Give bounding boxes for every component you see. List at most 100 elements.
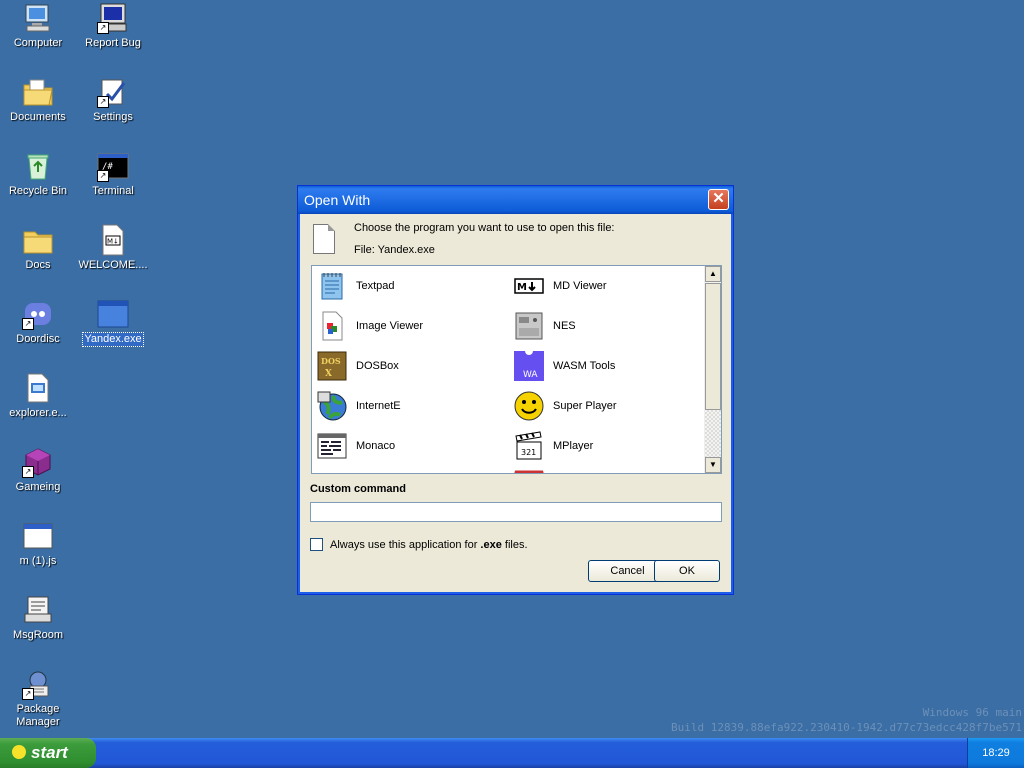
shortcut-arrow-icon: ↗ bbox=[22, 688, 34, 700]
desktop-icon-label: Terminal bbox=[92, 185, 134, 197]
scroll-down-button[interactable]: ▼ bbox=[705, 457, 721, 473]
computer-icon bbox=[22, 2, 54, 34]
shortcut-arrow-icon: ↗ bbox=[22, 318, 34, 330]
custom-command-label: Custom command bbox=[310, 483, 406, 495]
dialog-title: Open With bbox=[304, 192, 371, 208]
custom-command-input[interactable] bbox=[310, 502, 722, 522]
settings-icon: ↗ bbox=[97, 76, 129, 108]
wasm-icon: WA bbox=[513, 350, 545, 382]
desktop-icon-label: explorer.e... bbox=[9, 407, 67, 419]
dialog-prompt: Choose the program you want to use to op… bbox=[354, 222, 615, 234]
markdown-file-icon: M↓ bbox=[97, 224, 129, 256]
start-label: start bbox=[31, 743, 68, 762]
recycle-bin-icon bbox=[22, 150, 54, 182]
program-item-md-viewer[interactable]: M MD Viewer bbox=[513, 269, 607, 303]
globe-icon bbox=[316, 390, 348, 422]
desktop-icon-label: Documents bbox=[10, 111, 66, 123]
msgroom-icon bbox=[22, 594, 54, 626]
discord-icon: ↗ bbox=[22, 298, 54, 330]
window-file-icon bbox=[97, 298, 129, 330]
program-item-partial[interactable] bbox=[513, 469, 553, 473]
program-item-image-viewer[interactable]: Image Viewer bbox=[316, 309, 423, 343]
start-button[interactable]: start bbox=[0, 738, 96, 768]
file-icon bbox=[313, 224, 335, 254]
open-with-dialog: Open With ✕ Choose the program you want … bbox=[297, 185, 734, 595]
program-label: WASM Tools bbox=[553, 360, 616, 372]
scroll-track[interactable] bbox=[705, 410, 721, 458]
build-watermark-line2: Build 12839.88efa922.230410-1942.d77c73e… bbox=[671, 721, 1022, 734]
desktop-icon-gameing[interactable]: ↗ Gameing bbox=[0, 446, 76, 497]
scroll-thumb[interactable] bbox=[705, 283, 721, 410]
desktop-icon-report-bug[interactable]: ↗ Report Bug bbox=[75, 2, 151, 53]
dosbox-icon: DOS X bbox=[316, 350, 348, 382]
program-item-nes[interactable]: NES bbox=[513, 309, 576, 343]
partial-icon bbox=[316, 470, 348, 473]
desktop-icon-m-js[interactable]: m (1).js bbox=[0, 520, 76, 571]
program-item-internete[interactable]: InternetE bbox=[316, 389, 401, 423]
markdown-icon: M bbox=[513, 270, 545, 302]
program-label: MPlayer bbox=[553, 440, 594, 452]
svg-text:M↓: M↓ bbox=[107, 238, 119, 246]
program-item-wasm-tools[interactable]: WA WASM Tools bbox=[513, 349, 615, 383]
code-editor-icon bbox=[316, 430, 348, 462]
documents-folder-icon bbox=[22, 76, 54, 108]
shortcut-arrow-icon: ↗ bbox=[97, 170, 109, 182]
desktop-icon-computer[interactable]: Computer bbox=[0, 2, 76, 53]
svg-text:DOS: DOS bbox=[321, 356, 341, 366]
shortcut-arrow-icon: ↗ bbox=[97, 96, 109, 108]
build-watermark-line1: Windows 96 main bbox=[922, 706, 1022, 719]
desktop-icon-explorer[interactable]: explorer.e... bbox=[0, 372, 76, 423]
program-label: Monaco bbox=[356, 440, 396, 452]
program-item-mplayer[interactable]: 321 MPlayer bbox=[513, 429, 593, 463]
taskbar: start 18:29 bbox=[0, 738, 1024, 768]
desktop-icon-label: Settings bbox=[93, 111, 133, 123]
file-name-label: File: Yandex.exe bbox=[354, 244, 435, 256]
desktop-icon-welcome[interactable]: M↓ WELCOME.... bbox=[75, 224, 151, 275]
clapperboard-icon: 321 bbox=[513, 430, 545, 462]
close-button[interactable]: ✕ bbox=[708, 189, 729, 210]
nes-console-icon bbox=[513, 310, 545, 342]
window-file-icon bbox=[22, 520, 54, 552]
scroll-up-button[interactable]: ▲ bbox=[705, 266, 721, 282]
desktop-icon-docs[interactable]: Docs bbox=[0, 224, 76, 275]
svg-text:WA: WA bbox=[523, 370, 538, 380]
program-item-textpad[interactable]: Textpad bbox=[316, 269, 395, 303]
always-use-checkbox[interactable] bbox=[310, 538, 323, 551]
desktop-icon-doordisc[interactable]: ↗ Doordisc bbox=[0, 298, 76, 349]
desktop-icon-label: Recycle Bin bbox=[8, 185, 68, 197]
terminal-icon: /# ↗ bbox=[97, 150, 129, 182]
program-item-dosbox[interactable]: DOS X DOSBox bbox=[316, 349, 399, 383]
folder-icon bbox=[22, 224, 54, 256]
desktop-icon-settings[interactable]: ↗ Settings bbox=[75, 76, 151, 127]
always-use-extension: .exe bbox=[480, 538, 502, 551]
desktop-icon-terminal[interactable]: /# ↗ Terminal bbox=[75, 150, 151, 201]
package-manager-icon: ↗ bbox=[22, 668, 54, 700]
program-list-scrollbar[interactable]: ▲ ▼ bbox=[704, 266, 721, 473]
svg-text:M: M bbox=[517, 282, 527, 293]
desktop-icon-label: Package Manager bbox=[16, 703, 60, 728]
notepad-icon bbox=[316, 270, 348, 302]
smiley-icon bbox=[513, 390, 545, 422]
desktop-icon-package-manager[interactable]: ↗ Package Manager bbox=[0, 668, 76, 732]
game-cube-icon: ↗ bbox=[22, 446, 54, 478]
clock[interactable]: 18:29 bbox=[982, 747, 1010, 759]
program-item-partial[interactable] bbox=[316, 469, 356, 473]
desktop-icon-yandex[interactable]: Yandex.exe bbox=[75, 298, 151, 349]
ok-button[interactable]: OK bbox=[654, 560, 720, 582]
desktop-icon-recycle-bin[interactable]: Recycle Bin bbox=[0, 150, 76, 201]
svg-text:321: 321 bbox=[521, 448, 536, 457]
program-label: Textpad bbox=[356, 280, 395, 292]
always-use-row[interactable]: Always use this application for .exe fil… bbox=[310, 538, 528, 551]
dialog-titlebar[interactable]: Open With ✕ bbox=[298, 186, 733, 214]
executable-file-icon bbox=[22, 372, 54, 404]
program-label: Super Player bbox=[553, 400, 617, 412]
program-item-super-player[interactable]: Super Player bbox=[513, 389, 617, 423]
program-label: Image Viewer bbox=[356, 320, 424, 332]
desktop-icon-msgroom[interactable]: MsgRoom bbox=[0, 594, 76, 645]
program-list[interactable]: Textpad Image Viewer DOS X DOSBox Interne… bbox=[311, 265, 722, 474]
desktop-icon-label: Docs bbox=[25, 259, 51, 271]
always-use-suffix: files. bbox=[501, 538, 528, 551]
desktop-icon-documents[interactable]: Documents bbox=[0, 76, 76, 127]
svg-text:X: X bbox=[325, 369, 332, 379]
program-item-monaco[interactable]: Monaco bbox=[316, 429, 395, 463]
